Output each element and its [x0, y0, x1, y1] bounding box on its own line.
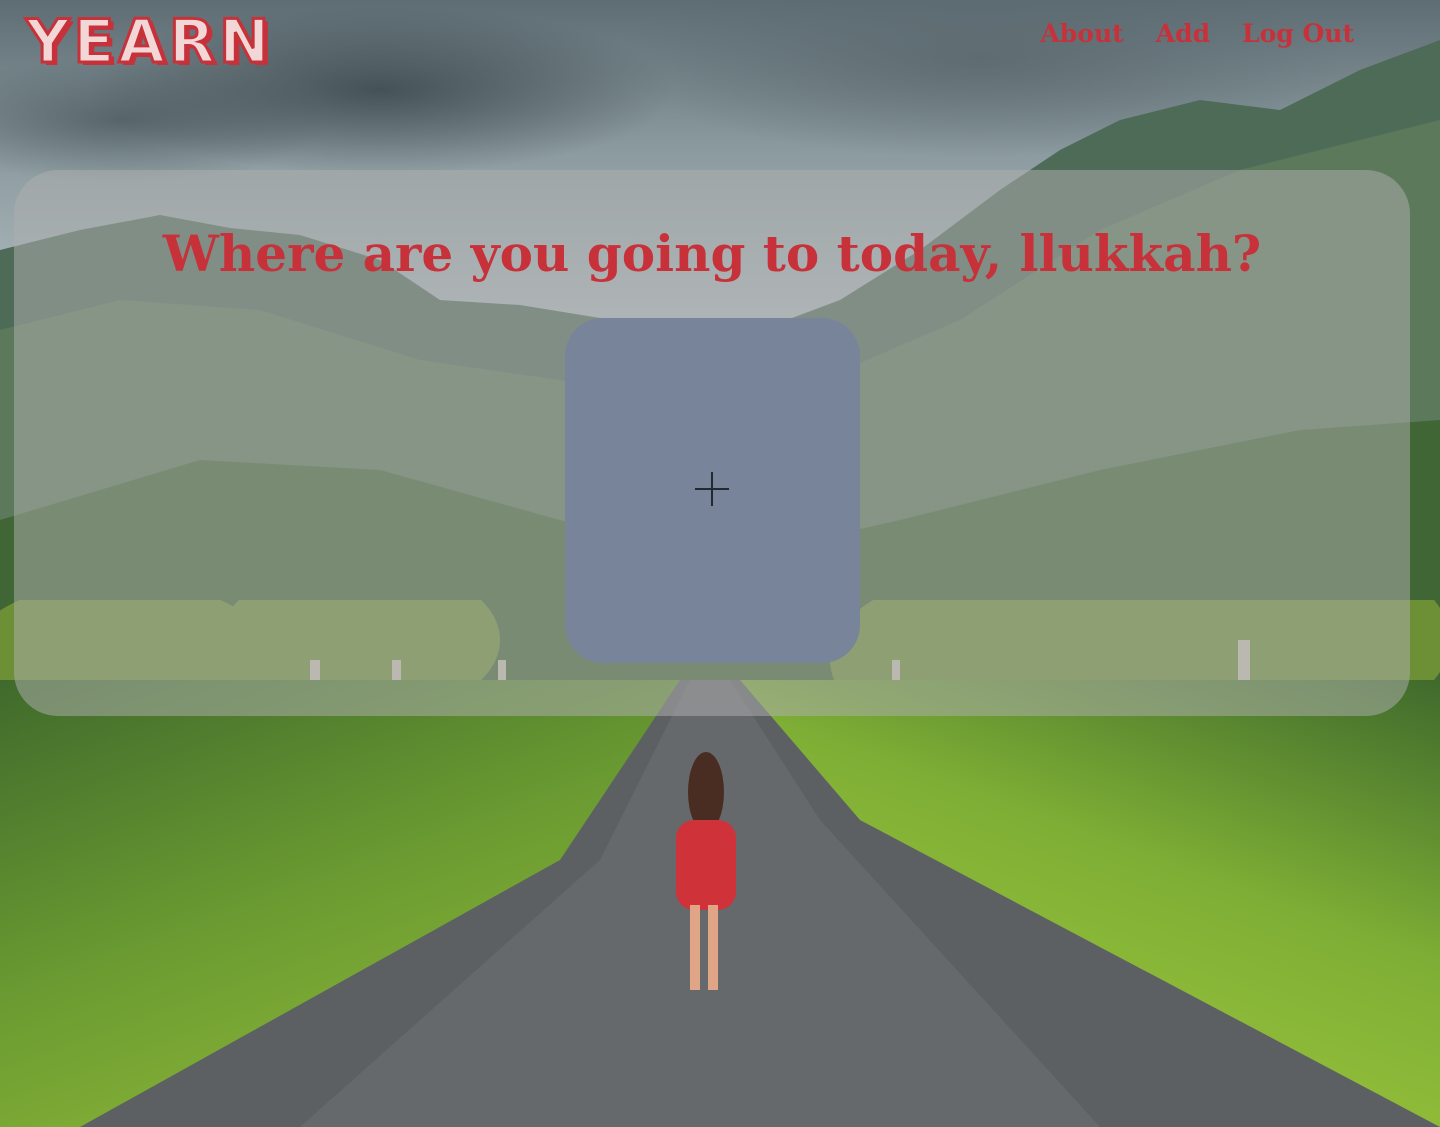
add-destination-button[interactable] [565, 318, 860, 663]
plus-icon [695, 472, 729, 506]
yearn-logo[interactable]: YEARN [24, 11, 273, 74]
person-dress [676, 820, 736, 910]
nav-logout-link[interactable]: Log Out [1242, 18, 1354, 50]
nav-add-link[interactable]: Add [1156, 18, 1210, 50]
top-nav: About Add Log Out [1040, 18, 1354, 50]
main-panel: Where are you going to today, llukkah? [14, 170, 1410, 716]
page-title: Where are you going to today, llukkah? [162, 224, 1262, 283]
nav-about-link[interactable]: About [1040, 18, 1123, 50]
